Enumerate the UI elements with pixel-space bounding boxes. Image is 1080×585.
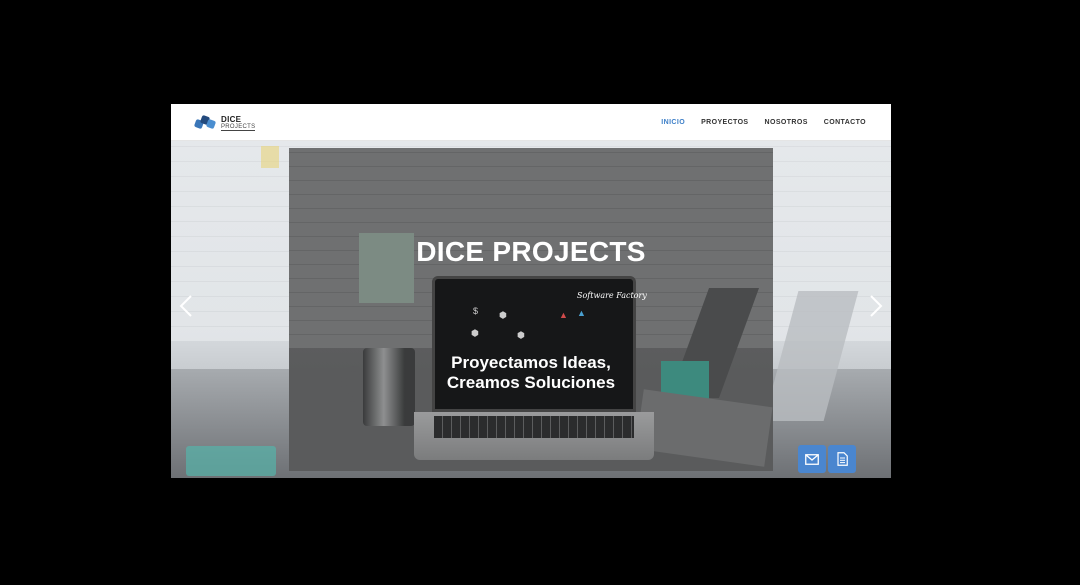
background-teal-object (186, 446, 276, 476)
hero-subtitle-line1: Proyectamos Ideas, (451, 353, 611, 372)
hero-script-tag: Software Factory (577, 291, 647, 300)
screen-infographic: $ ⬢ ▲ ▲ ⬢ ⬢ (471, 306, 586, 340)
hero-subtitle: Proyectamos Ideas, Creamos Soluciones (289, 353, 773, 393)
hero-title: DICE PROJECTS (416, 236, 646, 267)
mail-icon (805, 453, 819, 465)
logo-line1: DICE (221, 114, 242, 124)
chevron-right-icon (870, 295, 883, 317)
document-icon (836, 452, 848, 466)
document-button[interactable] (828, 445, 856, 473)
nav-links: INICIO PROYECTOS NOSOTROS CONTACTO (645, 104, 866, 141)
chevron-left-icon (179, 295, 192, 317)
nav-link-proyectos[interactable]: PROYECTOS (701, 119, 748, 126)
hero-carousel: $ ⬢ ▲ ▲ ⬢ ⬢ DICE PROJECTS Software Facto… (171, 141, 891, 478)
carousel-next-button[interactable] (869, 294, 883, 322)
carousel-prev-button[interactable] (179, 294, 193, 322)
nav-link-contacto[interactable]: CONTACTO (824, 119, 866, 126)
nav-link-nosotros[interactable]: NOSOTROS (765, 119, 808, 126)
logo[interactable]: DICE PROJECTS (193, 112, 256, 134)
logo-line2: PROJECTS (221, 123, 256, 131)
navbar: DICE PROJECTS INICIO PROYECTOS NOSOTROS … (171, 104, 891, 141)
nav-link-inicio[interactable]: INICIO (661, 119, 685, 126)
carousel-slide: $ ⬢ ▲ ▲ ⬢ ⬢ DICE PROJECTS Software Facto… (289, 148, 773, 471)
hero-subtitle-line2: Creamos Soluciones (446, 373, 616, 392)
background-sticky-note (261, 146, 279, 168)
dice-logo-icon (193, 114, 217, 131)
website-viewport: DICE PROJECTS INICIO PROYECTOS NOSOTROS … (171, 104, 891, 478)
email-button[interactable] (798, 445, 826, 473)
laptop-keyboard (434, 416, 634, 438)
